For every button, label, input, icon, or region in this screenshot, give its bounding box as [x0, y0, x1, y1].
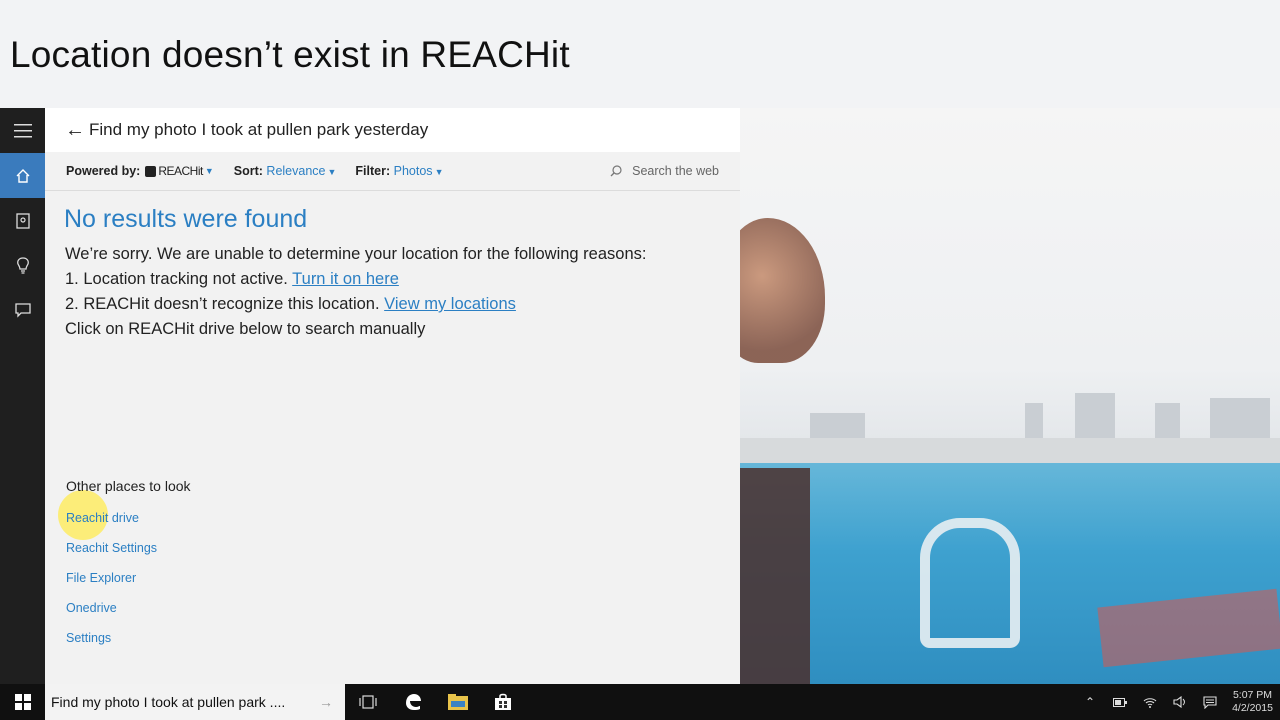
action-center-icon[interactable] [1195, 695, 1225, 709]
clock-time: 5:07 PM [1232, 689, 1273, 701]
reachit-mark-icon [145, 165, 157, 177]
clock[interactable]: 5:07 PM 4/2/2015 [1225, 689, 1280, 715]
left-rail [0, 108, 45, 684]
taskbar-search-text: Find my photo I took at pullen park .... [51, 694, 286, 710]
notebook-button[interactable] [0, 198, 45, 243]
reachit-brand: REACHit [158, 164, 203, 178]
chevron-up-icon[interactable]: ⌃ [1075, 695, 1105, 709]
results-panel: Powered by: REACHit ▼ Sort: Relevance ▼ F… [45, 152, 740, 684]
no-results-heading: No results were found [64, 205, 308, 233]
arrow-right-icon[interactable]: → [319, 694, 333, 710]
notebook-icon [15, 212, 30, 229]
search-query[interactable]: Find my photo I took at pullen park yest… [89, 120, 428, 140]
hamburger-menu-button[interactable] [0, 108, 45, 153]
sorry-message: We’re sorry. We are unable to determine … [65, 245, 647, 263]
other-places-title: Other places to look [66, 478, 191, 494]
powered-by-label: Powered by: [66, 164, 141, 178]
onedrive-link[interactable]: Onedrive [66, 601, 117, 615]
chevron-down-icon: ▼ [204, 166, 214, 176]
windows-logo-icon [14, 694, 31, 710]
filter-value: Photos [393, 164, 433, 178]
volume-icon[interactable] [1165, 696, 1195, 708]
filter-label: Filter: [355, 164, 391, 178]
battery-icon[interactable] [1105, 697, 1135, 707]
turn-on-location-link[interactable]: Turn it on here [292, 270, 399, 288]
reachit-logo: REACHit [145, 164, 203, 178]
reachit-settings-link[interactable]: Reachit Settings [66, 541, 157, 555]
task-view-button[interactable] [345, 684, 390, 720]
edge-icon [405, 694, 421, 710]
filter-dropdown[interactable]: Filter: Photos ▼ [355, 164, 443, 178]
results-toolbar: Powered by: REACHit ▼ Sort: Relevance ▼ F… [45, 152, 740, 191]
store-bag-icon [494, 693, 511, 710]
search-web-label: Search the web [632, 164, 719, 178]
system-tray: ⌃ 5:07 PM 4/2/2015 [1075, 684, 1280, 720]
file-explorer-button[interactable] [435, 684, 480, 720]
settings-link[interactable]: Settings [66, 631, 111, 645]
home-button[interactable] [0, 153, 45, 198]
start-button[interactable] [0, 684, 45, 720]
reason-2: 2. REACHit doesn’t recognize this locati… [65, 295, 516, 314]
back-arrow-icon[interactable]: ← [65, 119, 85, 142]
powered-by[interactable]: Powered by: REACHit ▼ [66, 164, 214, 178]
clock-date: 4/2/2015 [1232, 702, 1273, 714]
edge-browser-button[interactable] [390, 684, 435, 720]
reachit-drive-link[interactable]: Reachit drive [66, 511, 139, 525]
view-my-locations-link[interactable]: View my locations [384, 295, 516, 313]
hamburger-icon [13, 123, 32, 137]
wifi-icon[interactable] [1135, 696, 1165, 708]
taskbar: Find my photo I took at pullen park ....… [0, 684, 1280, 720]
sort-dropdown[interactable]: Sort: Relevance ▼ [234, 164, 337, 178]
reason-2-text: 2. REACHit doesn’t recognize this locati… [65, 295, 385, 313]
manual-search-message: Click on REACHit drive below to search m… [65, 320, 426, 338]
chevron-down-icon: ▼ [327, 167, 337, 177]
chevron-down-icon: ▼ [434, 167, 444, 177]
store-button[interactable] [480, 684, 525, 720]
feedback-icon [14, 303, 31, 318]
sort-value: Relevance [266, 164, 326, 178]
folder-icon [447, 694, 468, 710]
reason-1-text: 1. Location tracking not active. [65, 270, 293, 288]
reason-1: 1. Location tracking not active. Turn it… [65, 270, 399, 289]
reminders-button[interactable] [0, 243, 45, 288]
search-icon [610, 165, 622, 177]
home-icon [16, 168, 29, 183]
search-web-button[interactable]: Search the web [610, 164, 719, 178]
feedback-button[interactable] [0, 288, 45, 333]
taskbar-search-box[interactable]: Find my photo I took at pullen park ....… [45, 684, 345, 720]
slide-title: Location doesn’t exist in REACHit [10, 34, 570, 75]
sort-label: Sort: [233, 164, 263, 178]
lightbulb-icon [16, 257, 29, 274]
background-photo [740, 108, 1280, 684]
task-view-icon [358, 695, 377, 709]
file-explorer-link[interactable]: File Explorer [66, 571, 136, 585]
search-header: ← Find my photo I took at pullen park ye… [45, 108, 740, 152]
